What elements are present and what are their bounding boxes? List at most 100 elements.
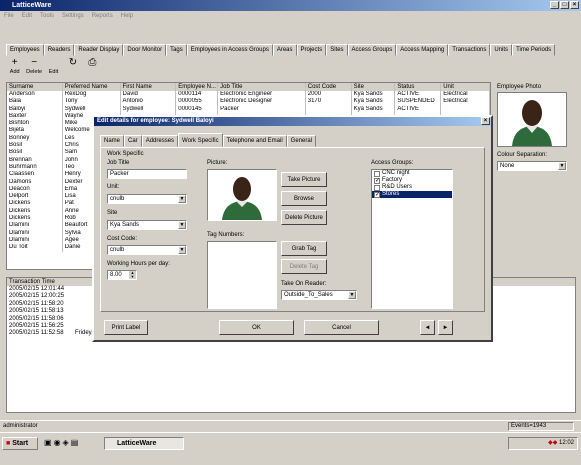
tab-tags[interactable]: Tags [166, 44, 187, 56]
cancel-button[interactable]: Cancel [304, 320, 379, 335]
menu-reports[interactable]: Reports [92, 11, 113, 21]
clock: 12:02 [558, 440, 574, 446]
spin-icon[interactable]: ▲ ▼ [129, 271, 136, 279]
menu-help[interactable]: Help [121, 11, 133, 21]
dialog-close-button[interactable]: × [481, 117, 490, 125]
taskbar-latticeware[interactable]: LatticeWare [104, 437, 184, 450]
col-job-title[interactable]: Job Title [218, 83, 306, 91]
toolbar: + Add − Delete Edit ↻ ⎙ [6, 57, 101, 81]
col-site[interactable]: Site [352, 83, 396, 91]
close-button[interactable]: × [570, 1, 579, 9]
site-select[interactable]: Kya Sands ▼ [107, 220, 187, 230]
media-icon[interactable]: ▤ [71, 438, 81, 447]
tab-employees[interactable]: Employees [6, 44, 44, 56]
tab-employees-in-access-groups[interactable]: Employees in Access Groups [186, 44, 273, 56]
refresh-button[interactable]: ↻ [64, 57, 81, 79]
print-button[interactable]: ⎙ [84, 57, 101, 79]
tab-time-periods[interactable]: Time Periods [512, 44, 556, 56]
table-row[interactable]: Baloyi Sydwell Sydwell 0000145 Packer Kya San… [7, 105, 490, 113]
job-title-label: Job Title [107, 160, 130, 166]
cost-code-select[interactable]: cnulb ▼ [107, 245, 187, 255]
job-title-input[interactable]: Packer [107, 169, 187, 179]
start-button[interactable]: ■ Start [2, 437, 38, 450]
access-groups-list[interactable]: CNC night ✓ Factory R&D Users ✓ Stores [371, 169, 453, 309]
tab-projects[interactable]: Projects [296, 44, 327, 56]
checkbox[interactable]: ✓ [374, 177, 380, 184]
table-cell: Bishton [7, 120, 63, 128]
chevron-down-icon: ▼ [348, 291, 356, 299]
right-arrow-icon: ► [442, 325, 449, 331]
tab-areas[interactable]: Areas [272, 44, 297, 56]
tab-units[interactable]: Units [490, 44, 513, 56]
take-picture-button[interactable]: Take Picture [281, 172, 327, 187]
col-preferred-name[interactable]: Preferred Name [63, 83, 121, 91]
dtab-car[interactable]: Car [124, 135, 142, 147]
next-record-button[interactable]: ► [438, 320, 453, 335]
access-group-stores[interactable]: ✓ Stores [372, 191, 452, 198]
dtab-work-specific[interactable]: Work Specific [178, 133, 223, 147]
checkbox[interactable]: ✓ [374, 191, 380, 198]
table-cell: Sydwell [63, 105, 121, 113]
edit-button[interactable]: Edit [45, 57, 62, 79]
col-first-name[interactable]: First Name [121, 83, 177, 91]
dialog-tabs: Name Car Addresses Work Specific Telepho… [100, 133, 317, 147]
menu-file[interactable]: File [4, 11, 14, 21]
access-group-cnc-night[interactable]: CNC night [372, 170, 452, 177]
table-row[interactable]: Anderson RexDog David 0000114 Electronic Eng… [7, 91, 490, 99]
tab-transactions[interactable]: Transactions [448, 44, 491, 56]
previous-record-button[interactable]: ◄ [420, 320, 435, 335]
table-cell: Dlamini [7, 229, 63, 237]
cost-code-label: Cost Code: [107, 236, 138, 242]
tag-numbers-list[interactable] [207, 241, 277, 309]
minimize-button[interactable]: _ [550, 1, 559, 9]
table-cell: RexDog [63, 91, 121, 99]
col-cost-code[interactable]: Cost Code [306, 83, 352, 91]
add-button[interactable]: + Add [6, 57, 23, 79]
working-hours-label: Working Hours per day: [107, 261, 170, 267]
col-surname[interactable]: Surname [7, 83, 63, 91]
cost-code-value: cnulb [110, 247, 125, 253]
working-hours-input[interactable]: 8.00 ▲ ▼ [107, 270, 137, 280]
dtab-addresses[interactable]: Addresses [141, 135, 179, 147]
col-employee-number[interactable]: Employee N... [176, 83, 219, 91]
tab-readers[interactable]: Readers [43, 44, 75, 56]
unit-select[interactable]: cnulb ▼ [107, 194, 187, 204]
col-status[interactable]: Status [395, 83, 442, 91]
tab-sites[interactable]: Sites [326, 44, 348, 56]
delete-picture-button[interactable]: Delete Picture [281, 210, 327, 225]
delete-tag-button[interactable]: Delete Tag [281, 259, 327, 274]
desktop-icon[interactable]: ▣ [44, 438, 54, 447]
access-groups-label: Access Groups: [371, 160, 414, 166]
dtab-name[interactable]: Name [100, 135, 125, 147]
dtab-telephone-email[interactable]: Telephone and Email [222, 135, 287, 147]
menu-edit[interactable]: Edit [22, 11, 32, 21]
checkbox[interactable] [374, 184, 380, 191]
take-on-reader-select[interactable]: Outside_To_Sales ▼ [281, 290, 357, 300]
print-label-button[interactable]: Print Label [104, 320, 148, 335]
col-unit[interactable]: Unit [441, 83, 490, 91]
grab-tag-button[interactable]: Grab Tag [281, 241, 327, 256]
access-group-rd-users[interactable]: R&D Users [372, 184, 452, 191]
tab-access-groups[interactable]: Access Groups [347, 44, 397, 56]
menu-settings[interactable]: Settings [62, 11, 84, 21]
menu-bar: File Edit Tools Settings Reports Help [0, 11, 581, 21]
table-cell: 0000145 [176, 105, 219, 113]
outlook-icon[interactable]: ◈ [63, 438, 71, 447]
browse-button[interactable]: Browse [281, 191, 327, 206]
colour-separation-select[interactable]: None ▼ [497, 161, 567, 171]
menu-tools[interactable]: Tools [40, 11, 54, 21]
delete-button[interactable]: − Delete [25, 57, 42, 79]
maximize-button[interactable]: □ [560, 1, 569, 9]
tab-reader-display[interactable]: Reader Display [74, 44, 124, 56]
tab-door-monitor[interactable]: Door Monitor [123, 44, 167, 56]
ie-icon[interactable]: ◉ [54, 438, 63, 447]
checkbox[interactable] [374, 170, 380, 177]
tab-access-mapping[interactable]: Access Mapping [396, 44, 449, 56]
table-row[interactable]: Baia Tony Antonio 0000055 Electronic Designe… [7, 98, 490, 106]
ok-button[interactable]: OK [219, 320, 294, 335]
unit-label: Unit: [107, 184, 120, 190]
access-group-factory[interactable]: ✓ Factory [372, 177, 452, 184]
add-label: Add [9, 69, 20, 75]
dtab-general[interactable]: General [286, 135, 317, 147]
tag-numbers-label: Tag Numbers: [207, 232, 245, 238]
